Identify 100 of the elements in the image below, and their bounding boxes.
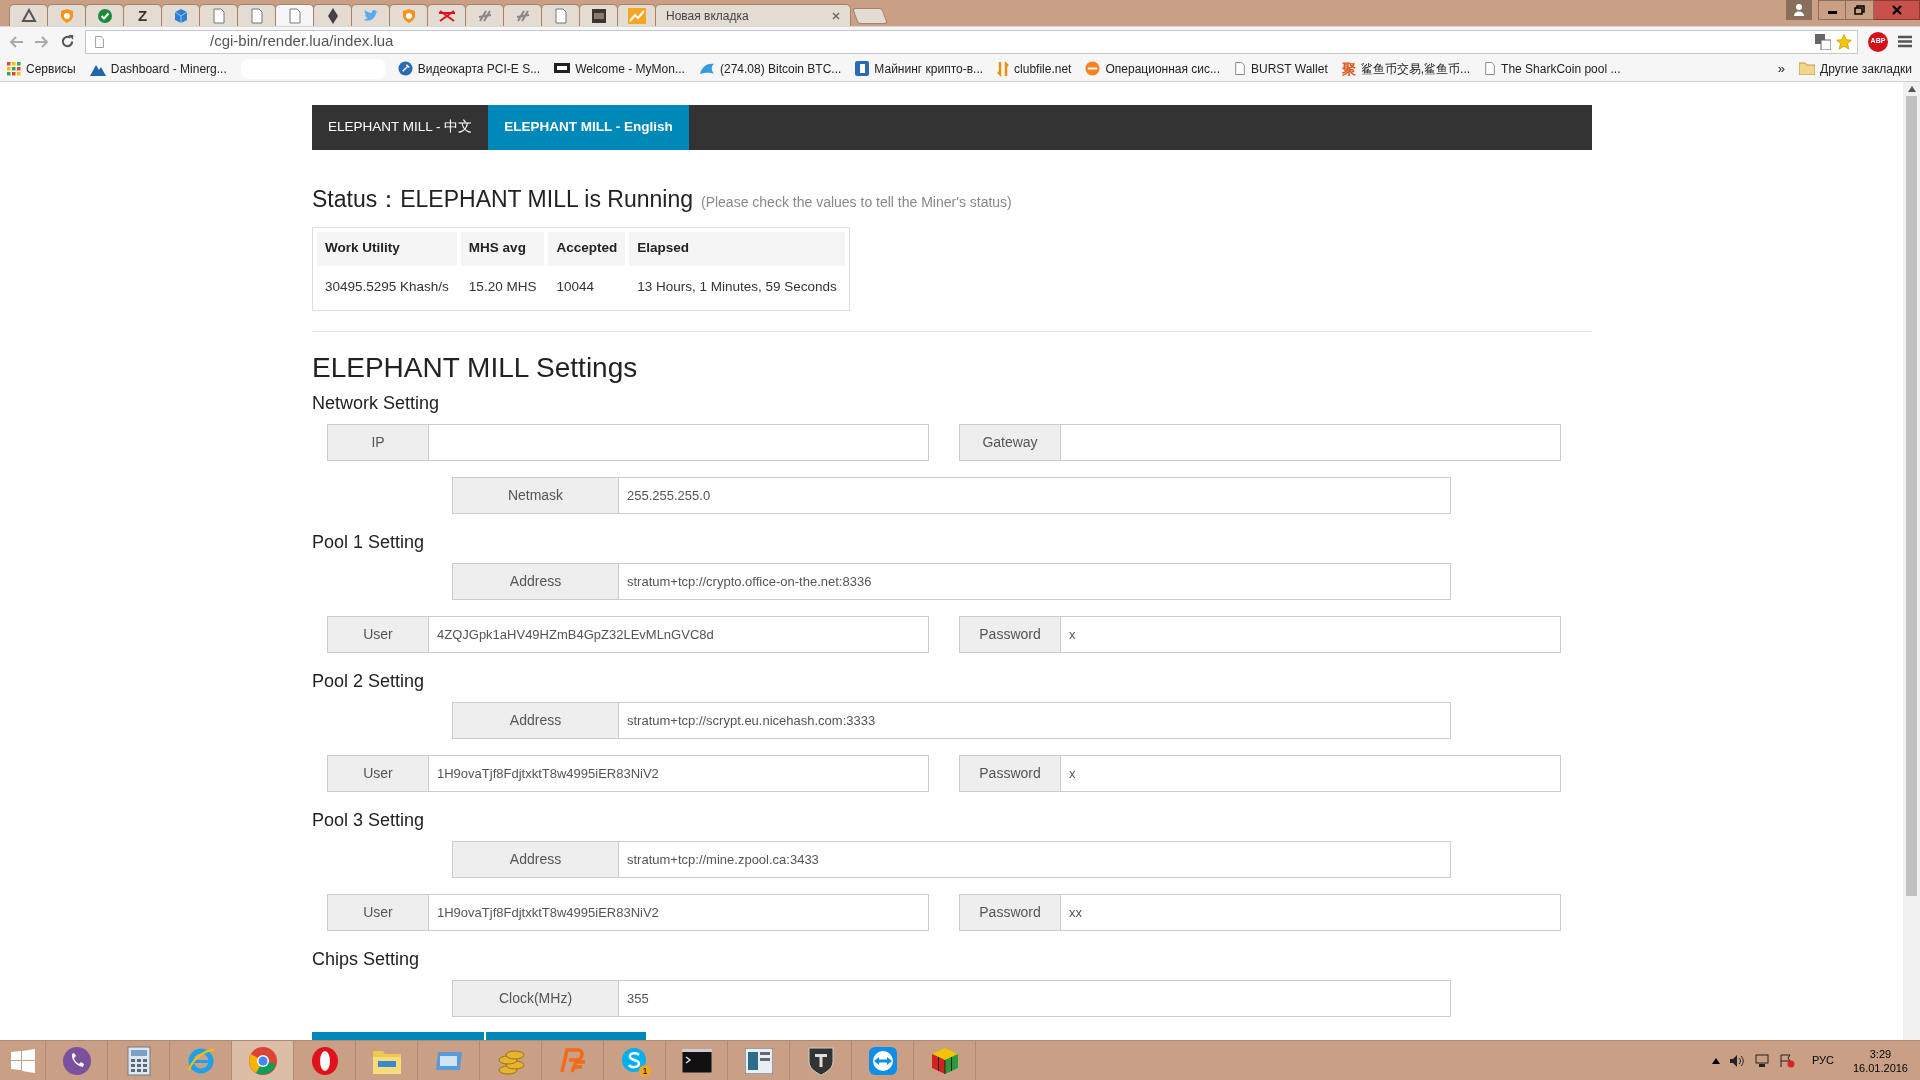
box-icon xyxy=(590,7,607,24)
taskbar-button[interactable]: 1 xyxy=(604,1040,666,1080)
section-heading: Pool 1 Setting xyxy=(312,530,426,553)
browser-tab[interactable] xyxy=(579,4,618,26)
column-header: Elapsed xyxy=(629,231,845,266)
coin-icon xyxy=(58,7,75,24)
nav-tab[interactable]: ELEPHANT MILL - 中文 xyxy=(312,105,489,150)
field-label: Password xyxy=(959,893,1061,931)
field-label: Address xyxy=(452,840,619,878)
bookmark-item[interactable]: The SharkCoin pool ... xyxy=(1484,59,1621,78)
section-heading: Pool 2 Setting xyxy=(312,669,426,692)
browser-tab[interactable]: Новая вкладка xyxy=(655,4,851,26)
chrome-icon xyxy=(247,1045,278,1076)
person-icon xyxy=(1794,4,1804,16)
more-bookmarks-button[interactable]: » xyxy=(1777,58,1786,79)
address-bar[interactable]: /cgi-bin/render.lua/index.lua xyxy=(85,29,1858,54)
scrollbar-thumb[interactable] xyxy=(1906,96,1917,896)
browser-tab[interactable] xyxy=(313,4,352,26)
input-field[interactable]: x xyxy=(1061,754,1561,792)
input-field[interactable]: 4ZQJGpk1aHV49HZmB4GpZ32LEvMLnGVC8d xyxy=(429,615,929,653)
bookmark-item[interactable]: Майнинг крипто-в... xyxy=(855,59,984,78)
input-field[interactable]: stratum+tcp://scrypt.eu.nicehash.com:3333 xyxy=(619,701,1451,739)
document-icon xyxy=(94,34,105,49)
bookmark-item[interactable]: Welcome - MyMon... xyxy=(554,59,685,78)
cube-icon xyxy=(172,7,189,24)
restore-button[interactable] xyxy=(1846,0,1874,20)
bookmark-item[interactable]: 聚 鲨鱼币交易,鲨鱼币... xyxy=(1341,59,1471,78)
coin-icon xyxy=(855,61,870,76)
scroll-up-icon[interactable] xyxy=(1907,86,1916,92)
chain-icon xyxy=(476,8,493,23)
input-field[interactable]: x xyxy=(1061,615,1561,653)
forward-arrow-icon[interactable] xyxy=(34,34,50,49)
star-icon[interactable] xyxy=(1835,32,1853,51)
input-field[interactable]: xx xyxy=(1061,893,1561,931)
speaker-icon[interactable] xyxy=(1728,1053,1745,1068)
network-icon[interactable] xyxy=(1753,1053,1770,1068)
scrollbar[interactable] xyxy=(1903,82,1920,1040)
input-field[interactable]: stratum+tcp://crypto.office-on-the.net:8336 xyxy=(619,562,1451,600)
input-field[interactable] xyxy=(429,423,929,461)
document-icon xyxy=(1484,61,1497,76)
globe-icon xyxy=(397,61,413,76)
clock-date[interactable]: 16.01.2016 xyxy=(1852,1060,1908,1075)
reload-icon[interactable] xyxy=(60,34,75,49)
bookmark-item[interactable]: Dashboard - Minerg... xyxy=(89,59,227,78)
column-header: Work Utility xyxy=(317,231,457,266)
field-label: Gateway xyxy=(959,423,1061,461)
bookmark-item[interactable]: clubfile.net xyxy=(997,59,1072,78)
field-label: User xyxy=(327,615,429,653)
browser-tab[interactable]: Z xyxy=(123,4,162,26)
calculator-icon xyxy=(126,1045,151,1076)
bookmark-item[interactable]: Видеокарта PCI-E S... xyxy=(397,59,541,78)
profile-button[interactable] xyxy=(1786,0,1812,20)
other-bookmarks-folder[interactable]: Другие закладки xyxy=(1799,59,1912,78)
shield-icon xyxy=(807,1045,834,1076)
column-header: Accepted xyxy=(548,231,626,266)
nav-tab[interactable]: ELEPHANT MILL - English xyxy=(488,105,689,150)
bookmark-glyph: 聚 xyxy=(1341,61,1356,76)
input-field[interactable] xyxy=(1061,423,1561,461)
bookmark-item[interactable]: Сервисы xyxy=(7,59,76,78)
close-button[interactable] xyxy=(1874,0,1920,20)
close-icon[interactable] xyxy=(832,11,840,20)
panel-window-icon xyxy=(744,1047,773,1074)
triangle-icon xyxy=(20,7,37,24)
translate-icon[interactable] xyxy=(1815,33,1831,50)
input-field[interactable]: 1H9ovaTjf8FdjtxktT8w4995iER83NiV2 xyxy=(429,893,929,931)
status-note: (Please check the values to tell the Miner's status) xyxy=(700,193,1012,212)
browser-tab[interactable] xyxy=(9,4,48,26)
column-header: MHS avg xyxy=(460,231,545,266)
new-tab-button[interactable] xyxy=(852,8,888,24)
opera-icon xyxy=(309,1045,340,1076)
input-field[interactable]: 355 xyxy=(619,979,1451,1017)
flag-icon[interactable] xyxy=(1778,1053,1795,1068)
diamond-icon xyxy=(326,7,339,24)
bookmark-item[interactable]: (274.08) Bitcoin BTC... xyxy=(698,59,842,78)
field-label: User xyxy=(327,754,429,792)
settings-heading: ELEPHANT MILL Settings xyxy=(312,351,639,384)
language-indicator[interactable]: РУС xyxy=(1811,1052,1834,1069)
tray-expand-icon[interactable] xyxy=(1711,1057,1720,1064)
bird-icon xyxy=(362,8,379,23)
section-heading: Pool 3 Setting xyxy=(312,808,426,831)
input-field[interactable]: 1H9ovaTjf8FdjtxktT8w4995iER83NiV2 xyxy=(429,754,929,792)
menu-icon[interactable] xyxy=(1898,35,1912,48)
bookmark-item[interactable]: BURST Wallet xyxy=(1234,59,1328,78)
close-icon xyxy=(1891,5,1902,15)
field-label: Password xyxy=(959,754,1061,792)
back-arrow-icon[interactable] xyxy=(8,34,24,49)
input-field[interactable]: 255.255.255.0 xyxy=(619,476,1451,514)
check-icon xyxy=(96,7,113,24)
field-label: Password xyxy=(959,615,1061,653)
clock-time[interactable]: 3:29 xyxy=(1869,1046,1892,1061)
input-field[interactable]: stratum+tcp://mine.zpool.ca:3433 xyxy=(619,840,1451,878)
status-label: Status： xyxy=(312,185,401,214)
document-icon xyxy=(211,7,226,24)
field-label: Address xyxy=(452,701,619,739)
document-icon xyxy=(287,7,302,24)
minimize-button[interactable] xyxy=(1818,0,1846,20)
folder-icon xyxy=(1799,62,1816,75)
teamviewer-icon xyxy=(867,1045,898,1076)
bookmark-item[interactable]: Операционная сис... xyxy=(1085,59,1221,78)
document-icon xyxy=(249,7,264,24)
